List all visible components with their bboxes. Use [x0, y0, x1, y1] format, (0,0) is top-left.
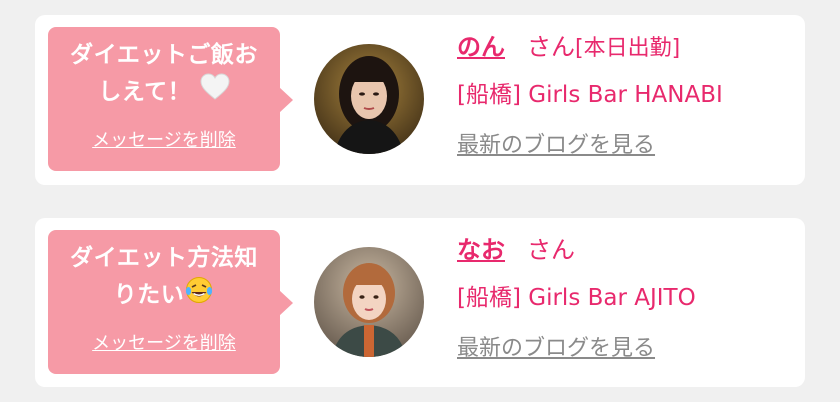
honorific: さん — [527, 236, 575, 264]
message-bubble: ダイエット方法知 りたい メッセージを削除 — [48, 230, 293, 374]
cast-name-link[interactable]: なお — [457, 236, 505, 264]
laughing-tears-icon — [184, 276, 214, 315]
latest-blog-link[interactable]: 最新のブログを見る — [457, 127, 655, 159]
avatar[interactable] — [314, 247, 424, 357]
latest-blog-link[interactable]: 最新のブログを見る — [457, 330, 655, 362]
message-line-2: りたい — [113, 282, 185, 308]
cast-info: なお さん [船橋] Girls Bar AJITO 最新のブログを見る — [457, 232, 797, 362]
message-card: ダイエット方法知 りたい メッセージを削除 なお さん [船橋] Girls B… — [35, 218, 805, 387]
message-line-2: しえて！ — [98, 79, 192, 105]
message-line-1: ダイエットご飯お — [70, 42, 258, 68]
message-card: ダイエットご飯お しえて！ メッセージを削除 のん さん[本日出勤] [船橋] … — [35, 15, 805, 185]
attendance-status: [本日出勤] — [575, 36, 681, 61]
avatar[interactable] — [314, 44, 424, 154]
shop-name: [船橋] Girls Bar HANABI — [457, 82, 723, 108]
cast-name-link[interactable]: のん — [457, 33, 505, 61]
message-text: ダイエット方法知 りたい — [56, 240, 272, 315]
message-text: ダイエットご飯お しえて！ — [56, 37, 272, 112]
white-heart-icon — [200, 73, 230, 112]
message-bubble: ダイエットご飯お しえて！ メッセージを削除 — [48, 27, 293, 171]
honorific: さん — [527, 33, 575, 61]
message-line-1: ダイエット方法知 — [70, 245, 258, 271]
cast-info: のん さん[本日出勤] [船橋] Girls Bar HANABI 最新のブログを… — [457, 29, 797, 159]
delete-message-link[interactable]: メッセージを削除 — [48, 329, 280, 355]
name-row: なお さん — [457, 232, 797, 268]
shop-name: [船橋] Girls Bar AJITO — [457, 285, 696, 311]
delete-message-link[interactable]: メッセージを削除 — [48, 126, 280, 152]
name-row: のん さん[本日出勤] — [457, 29, 797, 65]
